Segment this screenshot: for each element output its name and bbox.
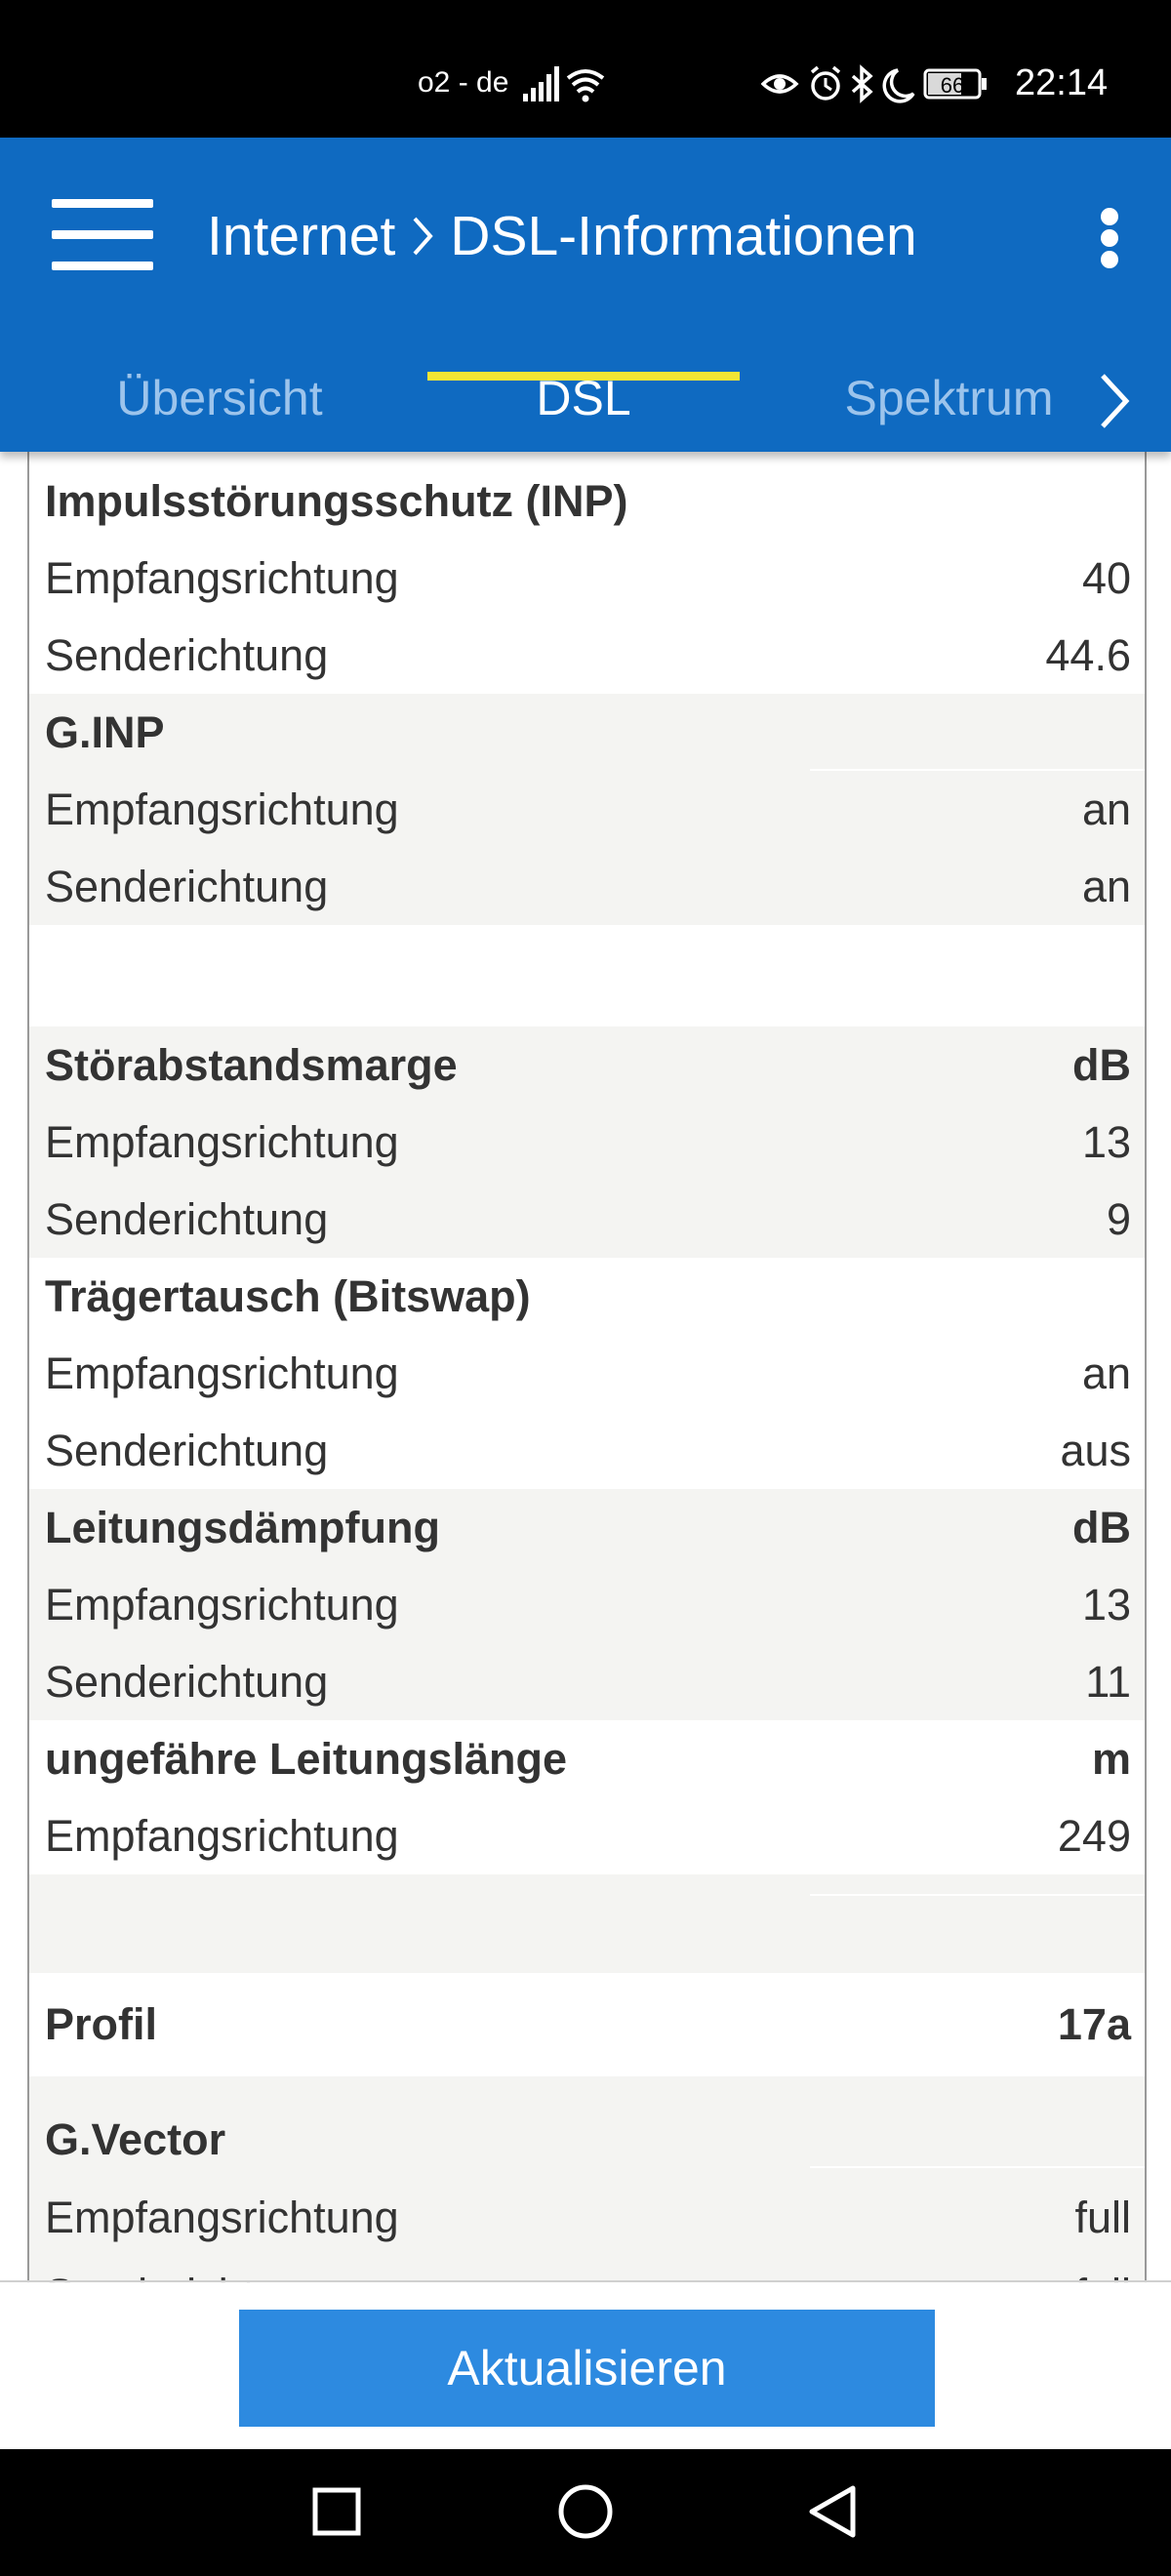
spacer bbox=[29, 1874, 1145, 1973]
table-row: Senderichtung 11 bbox=[29, 1643, 1145, 1720]
section-header-inp: Impulsstörungsschutz (INP) bbox=[29, 463, 1145, 540]
row-value: 13 bbox=[1081, 1580, 1131, 1630]
section-title: Störabstandsmarge bbox=[45, 1040, 458, 1090]
active-tab-indicator bbox=[427, 372, 740, 381]
row-value: full bbox=[1074, 2193, 1131, 2242]
tab-dsl[interactable]: DSL bbox=[427, 344, 740, 452]
row-label: Empfangsrichtung bbox=[45, 785, 399, 834]
section-header-attenuation: Leitungsdämpfung dB bbox=[29, 1489, 1145, 1566]
table-row: Senderichtung full bbox=[29, 2256, 1145, 2283]
section-title: Profil bbox=[45, 1999, 158, 2049]
bluetooth-icon bbox=[851, 64, 873, 103]
row-value: 11 bbox=[1085, 1657, 1131, 1707]
breadcrumb: Internet DSL-Informationen bbox=[207, 202, 917, 270]
svg-text:66: 66 bbox=[941, 73, 964, 98]
dsl-info-table[interactable]: Impulsstörungsschutz (INP) Empfangsricht… bbox=[27, 452, 1147, 2283]
breadcrumb-parent[interactable]: Internet bbox=[207, 202, 395, 270]
row-label: Senderichtung bbox=[45, 862, 329, 911]
row-label: Empfangsrichtung bbox=[45, 1117, 399, 1167]
tab-bar: Übersicht DSL Spektrum bbox=[0, 344, 1171, 452]
tab-spektrum[interactable]: Spektrum bbox=[829, 344, 1069, 452]
section-header-vector: G.Vector bbox=[29, 2076, 1145, 2179]
row-value: an bbox=[1081, 785, 1131, 834]
chevron-right-icon[interactable] bbox=[1095, 362, 1134, 440]
app-header: Internet DSL-Informationen Übersicht DSL… bbox=[0, 138, 1171, 452]
section-title: Trägertausch (Bitswap) bbox=[45, 1271, 531, 1321]
row-value: 44.6 bbox=[1045, 630, 1131, 680]
table-row: Empfangsrichtung 40 bbox=[29, 540, 1145, 617]
status-bar: o2 - de 66 22:14 bbox=[0, 0, 1171, 138]
footer: Aktualisieren bbox=[0, 2280, 1171, 2449]
divider bbox=[810, 2166, 1145, 2168]
chevron-right-icon bbox=[413, 217, 433, 256]
refresh-button[interactable]: Aktualisieren bbox=[239, 2310, 935, 2427]
row-value: 40 bbox=[1081, 553, 1131, 603]
section-header-bitswap: Trägertausch (Bitswap) bbox=[29, 1258, 1145, 1335]
system-nav-bar bbox=[0, 2449, 1171, 2576]
page-title: DSL-Informationen bbox=[450, 205, 917, 267]
section-header-snr: Störabstandsmarge dB bbox=[29, 1026, 1145, 1104]
unit-label: dB bbox=[1072, 1040, 1131, 1090]
table-row: Empfangsrichtung 13 bbox=[29, 1566, 1145, 1643]
table-row: Empfangsrichtung 13 bbox=[29, 1104, 1145, 1181]
table-row: Senderichtung aus bbox=[29, 1412, 1145, 1489]
row-value: an bbox=[1081, 1348, 1131, 1398]
spacer bbox=[29, 925, 1145, 1026]
row-label: Senderichtung bbox=[45, 1657, 329, 1707]
carrier-label: o2 - de bbox=[418, 66, 509, 99]
row-label: Empfangsrichtung bbox=[45, 2193, 399, 2242]
profile-value: 17a bbox=[1057, 1999, 1131, 2049]
section-title: Leitungsdämpfung bbox=[45, 1503, 440, 1552]
signal-wifi-icon bbox=[523, 66, 605, 102]
divider bbox=[810, 1894, 1145, 1896]
section-header-ginp: G.INP bbox=[29, 694, 1145, 771]
table-row: Empfangsrichtung an bbox=[29, 771, 1145, 848]
table-row: Empfangsrichtung an bbox=[29, 1335, 1145, 1412]
dot bbox=[1101, 208, 1118, 225]
more-options-button[interactable] bbox=[1093, 204, 1126, 272]
row-label: Empfangsrichtung bbox=[45, 1580, 399, 1630]
row-label: Senderichtung bbox=[45, 1194, 329, 1244]
row-label: Senderichtung bbox=[45, 1426, 329, 1475]
moon-icon bbox=[882, 68, 915, 103]
tab-uebersicht[interactable]: Übersicht bbox=[78, 344, 361, 452]
row-label: Senderichtung bbox=[45, 630, 329, 680]
table-row: Empfangsrichtung 249 bbox=[29, 1797, 1145, 1874]
menu-bar bbox=[52, 199, 153, 208]
row-label: Senderichtung bbox=[45, 2256, 328, 2283]
row-value: aus bbox=[1060, 1426, 1131, 1475]
dot bbox=[1101, 251, 1118, 268]
section-title: G.INP bbox=[45, 707, 165, 757]
row-value: an bbox=[1081, 862, 1131, 911]
menu-bar bbox=[52, 230, 153, 239]
status-icons: 66 bbox=[761, 64, 987, 103]
section-title: ungefähre Leitungslänge bbox=[45, 1734, 568, 1784]
battery-icon: 66 bbox=[923, 68, 987, 100]
hamburger-menu-button[interactable] bbox=[49, 193, 156, 277]
dot bbox=[1101, 229, 1118, 247]
alarm-icon bbox=[810, 65, 841, 101]
menu-bar bbox=[52, 262, 153, 270]
row-value: full bbox=[1074, 2256, 1131, 2283]
unit-label: m bbox=[1091, 1734, 1131, 1784]
home-icon[interactable] bbox=[542, 2469, 629, 2556]
row-label: Empfangsrichtung bbox=[45, 553, 399, 603]
section-header-length: ungefähre Leitungslänge m bbox=[29, 1720, 1145, 1797]
row-value: 249 bbox=[1057, 1811, 1131, 1861]
eye-icon bbox=[761, 74, 799, 94]
row-label: Empfangsrichtung bbox=[45, 1348, 399, 1398]
row-value: 13 bbox=[1081, 1117, 1131, 1167]
table-row: Empfangsrichtung full bbox=[29, 2179, 1145, 2256]
row-value: 9 bbox=[1106, 1194, 1131, 1244]
section-header-profile: Profil 17a bbox=[29, 1973, 1145, 2076]
clock: 22:14 bbox=[1015, 62, 1109, 103]
section-title: Impulsstörungsschutz (INP) bbox=[45, 476, 628, 526]
row-label: Empfangsrichtung bbox=[45, 1811, 399, 1861]
recent-apps-icon[interactable] bbox=[293, 2469, 381, 2556]
back-icon[interactable] bbox=[790, 2469, 878, 2556]
table-row: Senderichtung 44.6 bbox=[29, 617, 1145, 694]
table-row: Senderichtung an bbox=[29, 848, 1145, 925]
table-row: Senderichtung 9 bbox=[29, 1181, 1145, 1258]
unit-label: dB bbox=[1072, 1503, 1131, 1552]
